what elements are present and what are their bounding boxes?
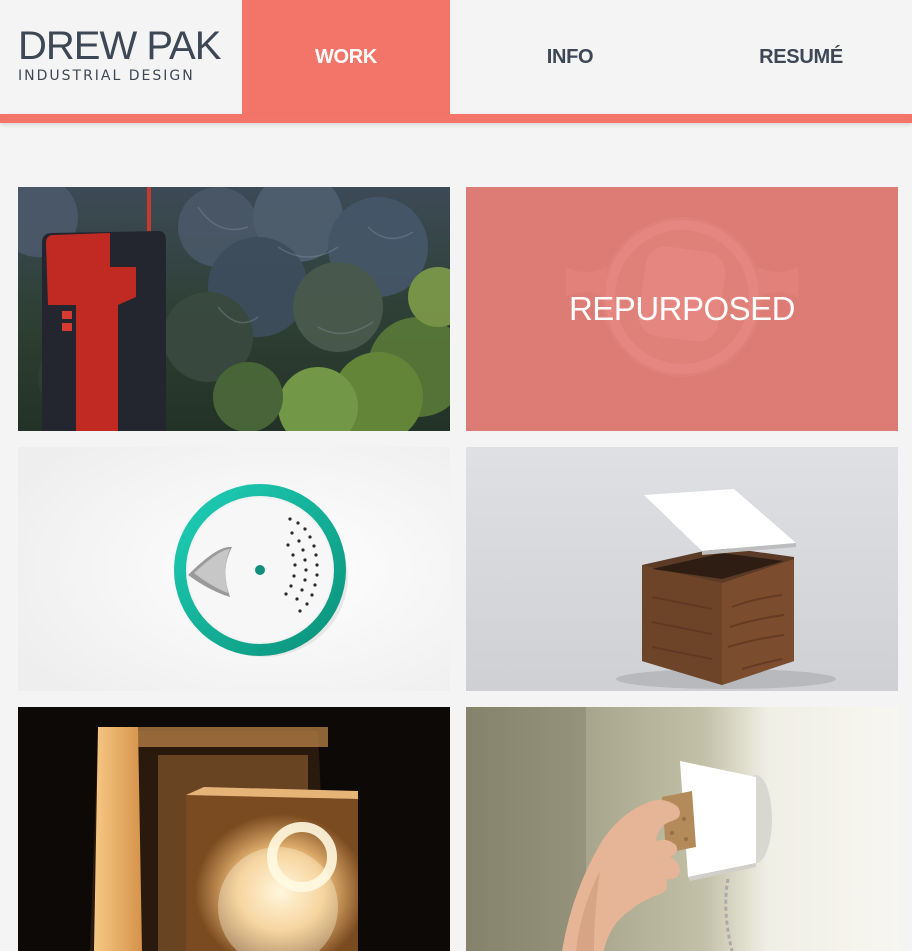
main-nav: WORK INFO RESUMÉ <box>242 0 912 114</box>
project-image-wooden-box <box>466 447 898 691</box>
header-accent-bar <box>0 114 912 123</box>
logo-subtitle: INDUSTRIAL DESIGN <box>18 68 195 84</box>
project-image-red-device <box>18 187 450 431</box>
site-header: DREW PAK INDUSTRIAL DESIGN WORK INFO RES… <box>0 0 912 114</box>
project-tile-2[interactable]: REPURPOSED <box>466 187 898 431</box>
project-image-cork-fixture <box>466 707 898 951</box>
project-tile-3[interactable] <box>18 447 450 691</box>
project-tile-6[interactable] <box>466 707 898 951</box>
project-image-teal-speaker <box>18 447 450 691</box>
logo-name: DREW PAK <box>18 24 221 68</box>
nav-item-work[interactable]: WORK <box>242 0 450 114</box>
project-image-glowing-lamp <box>18 707 450 951</box>
nav-item-info[interactable]: INFO <box>450 0 690 114</box>
project-tile-4[interactable] <box>466 447 898 691</box>
nav-item-resume[interactable]: RESUMÉ <box>690 0 912 114</box>
logo[interactable]: DREW PAK INDUSTRIAL DESIGN <box>18 26 242 96</box>
project-tile-5[interactable] <box>18 707 450 951</box>
project-tile-1[interactable] <box>18 187 450 431</box>
project-title: REPURPOSED <box>568 290 796 327</box>
project-hover-overlay: REPURPOSED <box>466 187 898 431</box>
